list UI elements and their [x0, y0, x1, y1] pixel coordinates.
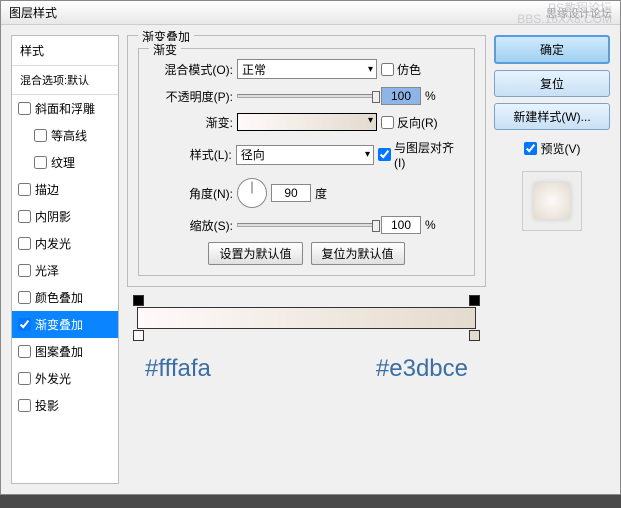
style-item-6[interactable]: 光泽: [12, 257, 118, 284]
scale-slider[interactable]: [237, 223, 377, 227]
style-label: 斜面和浮雕: [35, 100, 95, 117]
style-label: 渐变叠加: [35, 316, 83, 333]
reset-default-button[interactable]: 复位为默认值: [311, 242, 405, 265]
style-checkbox[interactable]: [18, 399, 31, 412]
style-label: 描边: [35, 181, 59, 198]
style-checkbox[interactable]: [18, 318, 31, 331]
style-label: 等高线: [51, 127, 87, 144]
color-stop-right[interactable]: [469, 330, 480, 341]
style-item-4[interactable]: 内阴影: [12, 203, 118, 230]
style-checkbox[interactable]: [18, 102, 31, 115]
style-item-5[interactable]: 内发光: [12, 230, 118, 257]
opacity-unit: %: [425, 89, 436, 103]
align-layer-checkbox[interactable]: 与图层对齐(I): [378, 139, 464, 170]
style-label: 颜色叠加: [35, 289, 83, 306]
style-checkbox[interactable]: [18, 372, 31, 385]
style-item-3[interactable]: 描边: [12, 176, 118, 203]
dither-checkbox[interactable]: 仿色: [381, 61, 421, 78]
style-item-1[interactable]: 等高线: [12, 122, 118, 149]
dialog-title: 图层样式: [9, 4, 57, 21]
style-checkbox[interactable]: [34, 156, 47, 169]
scale-value[interactable]: 100: [381, 216, 421, 234]
style-item-9[interactable]: 图案叠加: [12, 338, 118, 365]
new-style-button[interactable]: 新建样式(W)...: [494, 103, 610, 130]
opacity-label: 不透明度(P):: [149, 88, 233, 105]
style-item-7[interactable]: 颜色叠加: [12, 284, 118, 311]
style-item-8[interactable]: 渐变叠加: [12, 311, 118, 338]
style-label: 内发光: [35, 235, 71, 252]
gradient-bar[interactable]: [137, 307, 476, 329]
style-item-10[interactable]: 外发光: [12, 365, 118, 392]
blend-options-default[interactable]: 混合选项:默认: [12, 66, 118, 95]
scale-label: 缩放(S):: [149, 217, 233, 234]
style-checkbox[interactable]: [18, 345, 31, 358]
style-label: 光泽: [35, 262, 59, 279]
action-buttons-panel: 确定 复位 新建样式(W)... 预览(V): [494, 35, 610, 484]
style-checkbox[interactable]: [18, 264, 31, 277]
style-label: 内阴影: [35, 208, 71, 225]
style-label: 外发光: [35, 370, 71, 387]
style-item-11[interactable]: 投影: [12, 392, 118, 419]
styles-header[interactable]: 样式: [12, 36, 118, 66]
style-checkbox[interactable]: [18, 291, 31, 304]
style-checkbox[interactable]: [18, 237, 31, 250]
gradient-picker[interactable]: [237, 113, 377, 131]
color-stop-left[interactable]: [133, 330, 144, 341]
angle-dial[interactable]: [237, 178, 267, 208]
color-value-left: #fffafa: [145, 355, 211, 383]
reverse-checkbox[interactable]: 反向(R): [381, 114, 438, 131]
style-checkbox[interactable]: [34, 129, 47, 142]
style-dropdown[interactable]: 径向: [236, 145, 374, 165]
preview-checkbox[interactable]: 预览(V): [494, 140, 610, 157]
scale-unit: %: [425, 218, 436, 232]
angle-label: 角度(N):: [149, 185, 233, 202]
preview-thumbnail: [522, 171, 582, 231]
layer-style-dialog: 图层样式 思缘设计论坛 PS教程论坛 BBS.16XX8.COM 样式 混合选项…: [0, 0, 621, 495]
gradient-overlay-group: 渐变叠加 渐变 混合模式(O): 正常 仿色 不透明度(P): 100: [127, 35, 486, 287]
opacity-stop-left[interactable]: [133, 295, 144, 306]
gradient-editor: #fffafa #e3dbce: [127, 307, 486, 383]
style-checkbox[interactable]: [18, 210, 31, 223]
angle-value[interactable]: 90: [271, 184, 311, 202]
opacity-slider[interactable]: [237, 94, 377, 98]
style-label: 图案叠加: [35, 343, 83, 360]
style-checkbox[interactable]: [18, 183, 31, 196]
style-label: 样式(L):: [149, 146, 232, 163]
blend-mode-label: 混合模式(O):: [149, 61, 233, 78]
style-label: 投影: [35, 397, 59, 414]
color-value-right: #e3dbce: [376, 355, 468, 383]
cancel-button[interactable]: 复位: [494, 70, 610, 97]
style-label: 纹理: [51, 154, 75, 171]
gradient-label: 渐变:: [149, 114, 233, 131]
inner-title: 渐变: [149, 41, 181, 58]
angle-unit: 度: [315, 185, 327, 202]
styles-list-panel: 样式 混合选项:默认 斜面和浮雕等高线纹理描边内阴影内发光光泽颜色叠加渐变叠加图…: [11, 35, 119, 484]
blend-mode-dropdown[interactable]: 正常: [237, 59, 377, 79]
style-item-2[interactable]: 纹理: [12, 149, 118, 176]
gradient-group: 渐变 混合模式(O): 正常 仿色 不透明度(P): 100 %: [138, 48, 475, 276]
opacity-stop-right[interactable]: [469, 295, 480, 306]
set-default-button[interactable]: 设置为默认值: [208, 242, 302, 265]
opacity-value[interactable]: 100: [381, 87, 421, 105]
settings-panel: 渐变叠加 渐变 混合模式(O): 正常 仿色 不透明度(P): 100: [127, 35, 486, 484]
ok-button[interactable]: 确定: [494, 35, 610, 64]
watermark: PS教程论坛 BBS.16XX8.COM: [517, 3, 612, 25]
style-item-0[interactable]: 斜面和浮雕: [12, 95, 118, 122]
